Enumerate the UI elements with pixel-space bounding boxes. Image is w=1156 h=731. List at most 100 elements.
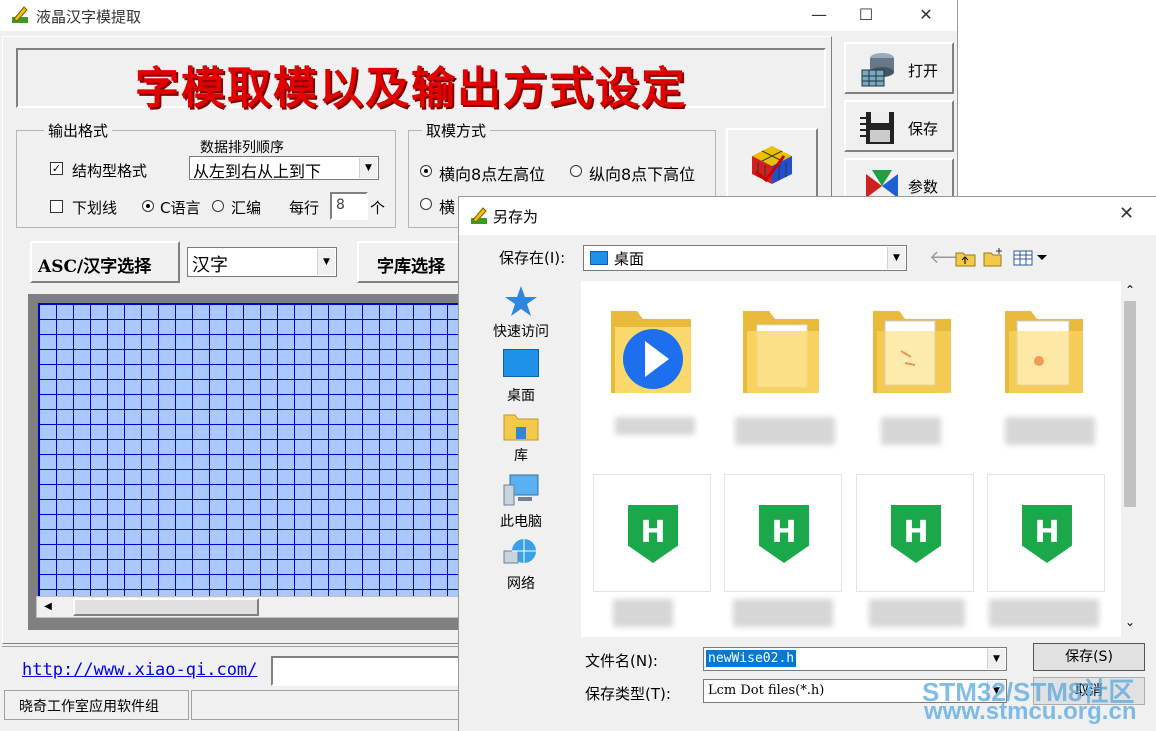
status-pane: 晓奇工作室应用软件组 [4, 690, 189, 720]
asc-select-label: ASC/汉字选择 [38, 257, 152, 277]
place-desktop[interactable]: 桌面 [481, 349, 561, 405]
file-vscrollbar[interactable]: ⌃ ⌄ [1121, 281, 1139, 637]
up-folder-icon[interactable] [955, 249, 977, 267]
watermark-line2: www.stmcu.org.cn [924, 698, 1137, 725]
computer-icon [503, 474, 539, 506]
place-quick-access[interactable]: 快速访问 [481, 285, 561, 341]
h-file-letter: H [640, 515, 666, 550]
folder-item[interactable] [995, 291, 1115, 445]
place-label: 桌面 [507, 388, 535, 404]
place-label: 此电脑 [500, 514, 542, 530]
open-button[interactable]: 打开 [844, 42, 954, 94]
open-label: 打开 [908, 62, 939, 80]
save-in-select[interactable]: 桌面 ▼ [583, 245, 907, 271]
file-type-label: 保存类型(T): [585, 685, 671, 703]
h-file-item[interactable]: H [987, 474, 1105, 592]
pixel-grid[interactable] [38, 303, 458, 596]
dialog-save-button[interactable]: 保存(S) [1033, 643, 1145, 671]
c-lang-radio[interactable] [142, 200, 154, 212]
app-icon [471, 207, 487, 224]
folder-icon [1005, 311, 1083, 393]
file-list[interactable]: H H H H ⌃ ⌄ [581, 281, 1139, 637]
place-network[interactable]: 网络 [481, 537, 561, 593]
h-file-item[interactable]: H [593, 474, 711, 592]
library-icon [503, 414, 539, 441]
dialog-title-bar: 另存为 ✕ [459, 197, 1156, 235]
asc-select-label-box: ASC/汉字选择 [30, 241, 180, 283]
per-row-label: 每行 [289, 199, 320, 217]
file-name-label: 文件名(N): [585, 652, 658, 670]
mode3-radio[interactable] [420, 198, 432, 210]
banner-title: 字模取模以及输出方式设定 [135, 63, 687, 114]
data-order-select[interactable]: 从左到右从上到下 ▼ [189, 156, 379, 181]
horizontal-8-radio[interactable] [420, 165, 432, 177]
scroll-up-icon[interactable]: ⌃ [1125, 283, 1135, 297]
bottom-text-input[interactable] [271, 656, 471, 686]
mode3-label: 横 [439, 198, 456, 217]
chevron-down-icon: ▼ [317, 249, 335, 275]
underline-label: 下划线 [72, 199, 118, 217]
h-file-letter: H [1034, 515, 1060, 550]
status-text: 晓奇工作室应用软件组 [19, 699, 159, 715]
asm-radio[interactable] [212, 200, 224, 212]
status-pane-2 [191, 690, 461, 720]
save-toolbar-button[interactable]: 保存 [844, 100, 954, 152]
new-folder-icon[interactable] [983, 247, 1005, 267]
folder-icon [743, 311, 819, 393]
extract-mode-label: 取模方式 [422, 120, 491, 141]
scroll-down-icon[interactable]: ⌄ [1125, 615, 1135, 629]
blurred-label [615, 417, 695, 435]
h-file-item[interactable]: H [724, 474, 842, 592]
window-title: 液晶汉字模提取 [36, 8, 142, 26]
dialog-title: 另存为 [493, 208, 539, 226]
struct-format-label: 结构型格式 [72, 162, 148, 180]
h-file-item[interactable]: H [856, 474, 974, 592]
chevron-down-icon: ▼ [359, 158, 377, 178]
place-computer[interactable]: 此电脑 [481, 473, 561, 531]
output-format-label: 输出格式 [44, 120, 113, 141]
close-button[interactable]: ✕ [903, 0, 949, 31]
vertical-8-label: 纵向8点下高位 [589, 165, 696, 184]
folder-icon [873, 311, 951, 393]
per-row-input[interactable]: 8 [330, 192, 368, 220]
place-library[interactable]: 库 [481, 411, 561, 465]
place-label: 库 [514, 448, 528, 464]
folder-item[interactable] [731, 291, 851, 445]
cube-button[interactable] [726, 128, 818, 198]
website-link[interactable]: http://www.xiao-qi.com/ [22, 660, 257, 680]
scroll-left-icon[interactable]: ◀ [39, 599, 57, 615]
folder-icon [611, 311, 691, 393]
save-in-value: 桌面 [614, 250, 645, 268]
blurred-label [613, 599, 673, 627]
chevron-down-icon: ▼ [887, 247, 905, 269]
save-in-label: 保存在(I): [499, 249, 566, 267]
per-row-value: 8 [336, 197, 345, 213]
horizontal-8-label: 横向8点左高位 [439, 165, 546, 184]
save-as-dialog: 另存为 ✕ 保存在(I): 桌面 ▼ 🡐 快速访问 桌面 库 此电脑 网络 H … [458, 196, 1156, 731]
folder-item[interactable] [863, 291, 983, 445]
minimize-button[interactable]: — [796, 0, 842, 31]
file-name-input[interactable]: newWise02.h ▼ [703, 647, 1007, 671]
vertical-8-radio[interactable] [570, 165, 582, 177]
maximize-button[interactable]: ☐ [843, 0, 889, 31]
database-open-icon [861, 53, 894, 87]
scroll-thumb[interactable] [1124, 301, 1136, 507]
struct-format-checkbox[interactable]: ✓ [50, 162, 63, 175]
scroll-thumb[interactable] [73, 598, 259, 616]
file-name-value: newWise02.h [706, 650, 797, 667]
blurred-label [1005, 417, 1095, 445]
asc-select[interactable]: 汉字 ▼ [187, 247, 337, 277]
folder-item[interactable] [601, 291, 721, 435]
blurred-label [869, 599, 965, 627]
grid-hscrollbar[interactable]: ◀ [36, 596, 460, 618]
asc-select-value: 汉字 [192, 255, 228, 276]
file-type-value: Lcm Dot files(*.h) [708, 683, 825, 698]
h-file-letter: H [771, 515, 797, 550]
chevron-down-icon: ▼ [987, 649, 1005, 669]
banner-box: 字模取模以及输出方式设定 [16, 48, 826, 114]
dialog-close-icon[interactable]: ✕ [1119, 203, 1134, 224]
place-label: 快速访问 [493, 324, 549, 340]
underline-checkbox[interactable] [50, 200, 63, 213]
view-menu-icon[interactable] [1013, 249, 1049, 267]
params-label: 参数 [908, 178, 939, 196]
